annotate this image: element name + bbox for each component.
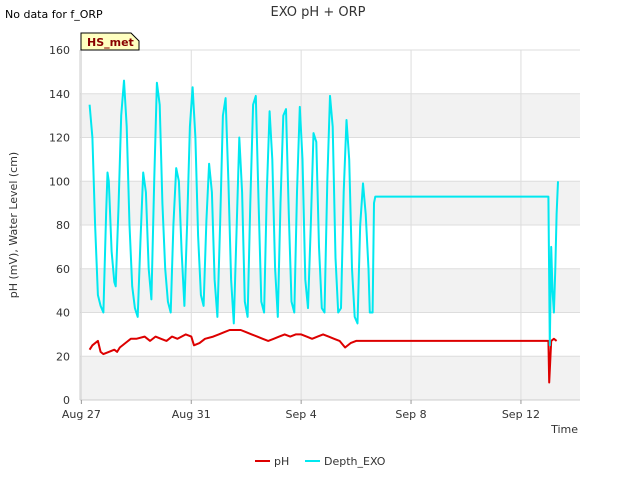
chart-canvas: 0 20 40 60 80 100 120 140 160 Aug 27 Aug 31 Sep 4 S… [5,5,580,468]
y-tick-label: 100 [49,175,70,188]
y-tick-label: 40 [56,307,70,320]
grid-band [80,356,580,400]
y-ticks: 0 20 40 60 80 100 120 140 160 [49,44,70,407]
y-tick-label: 20 [56,350,70,363]
x-tick-label: Sep 12 [502,408,540,421]
y-tick-label: 140 [49,88,70,101]
x-tick-label: Sep 4 [286,408,317,421]
chart-title: EXO pH + ORP [271,5,366,20]
y-axis-label: pH (mV), Water Level (cm) [7,152,20,298]
no-data-notice: No data for f_ORP [5,8,103,21]
legend-label-ph: pH [274,455,289,468]
y-tick-label: 0 [63,394,70,407]
x-tick-label: Sep 8 [395,408,426,421]
x-tick-label: Aug 27 [62,408,101,421]
y-tick-label: 80 [56,219,70,232]
station-badge: HS_met [80,32,140,51]
x-axis-label: Time [550,423,578,436]
badge-label: HS_met [87,36,134,49]
y-tick-label: 120 [49,132,70,145]
grid-band [80,268,580,313]
x-ticks: Aug 27 Aug 31 Sep 4 Sep 8 Sep 12 [62,400,540,421]
legend: pH Depth_EXO [255,455,386,468]
y-tick-label: 60 [56,263,70,276]
y-tick-label: 160 [49,44,70,57]
legend-label-depth: Depth_EXO [324,455,386,468]
x-tick-label: Aug 31 [172,408,211,421]
